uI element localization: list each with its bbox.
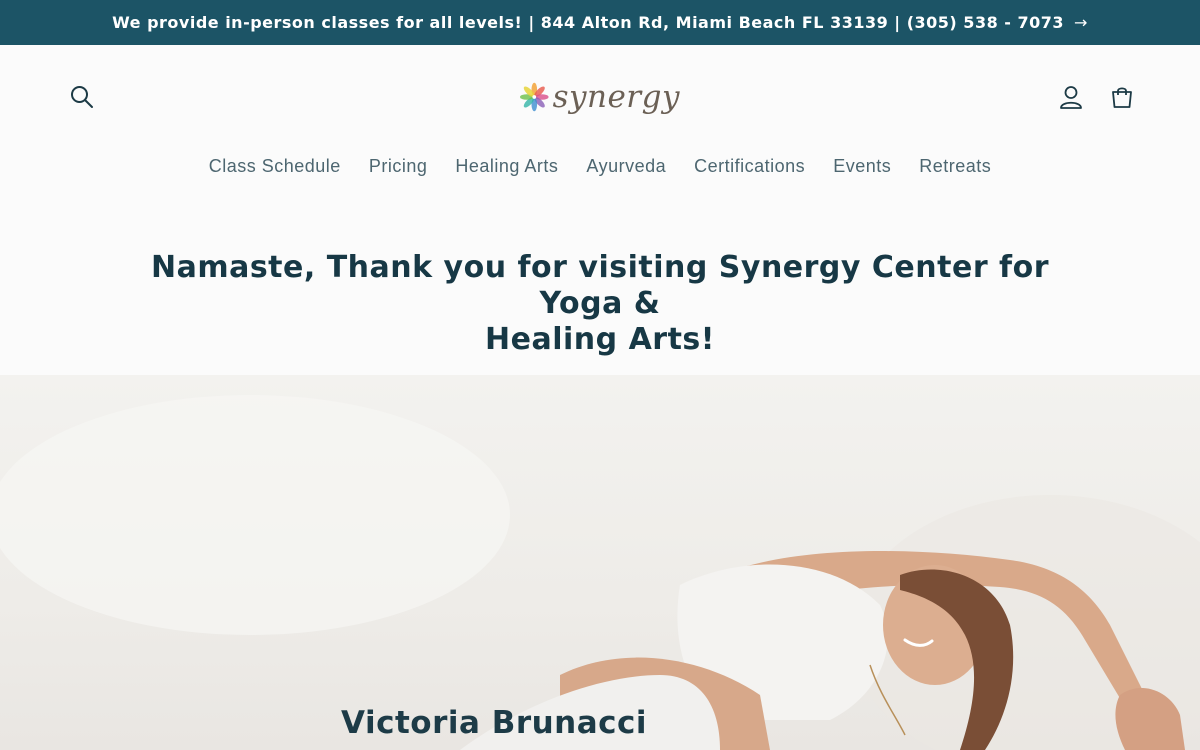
- headline-line-2: Healing Arts!: [485, 322, 715, 357]
- hero-banner: Victoria Brunacci: [0, 375, 1200, 750]
- hero-instructor-name: Victoria Brunacci: [341, 705, 648, 741]
- site-header: synergy Class Schedule Pricing Healing A…: [0, 45, 1200, 200]
- account-button[interactable]: [1053, 79, 1089, 115]
- page-headline: Namaste, Thank you for visiting Synergy …: [150, 250, 1050, 358]
- nav-item-healing-arts[interactable]: Healing Arts: [455, 156, 558, 177]
- search-button[interactable]: [64, 79, 100, 115]
- nav-item-certifications[interactable]: Certifications: [694, 156, 805, 177]
- headline-line-1: Namaste, Thank you for visiting Synergy …: [150, 250, 1050, 321]
- logo-wordmark: synergy: [552, 79, 680, 115]
- site-logo[interactable]: synergy: [520, 71, 680, 123]
- nav-item-events[interactable]: Events: [833, 156, 891, 177]
- lotus-logo-icon: [520, 82, 549, 112]
- announcement-text: We provide in-person classes for all lev…: [112, 13, 1065, 32]
- arrow-right-icon: →: [1074, 13, 1088, 32]
- hero-yoga-photo: [0, 395, 1200, 750]
- cart-button[interactable]: [1104, 79, 1140, 115]
- main-nav: Class Schedule Pricing Healing Arts Ayur…: [0, 151, 1200, 181]
- search-icon: [71, 86, 93, 108]
- user-icon: [1060, 86, 1082, 109]
- announcement-bar[interactable]: We provide in-person classes for all lev…: [0, 0, 1200, 45]
- nav-item-pricing[interactable]: Pricing: [369, 156, 428, 177]
- nav-item-retreats[interactable]: Retreats: [919, 156, 991, 177]
- nav-item-class-schedule[interactable]: Class Schedule: [209, 156, 341, 177]
- cart-icon: [1112, 87, 1132, 108]
- nav-item-ayurveda[interactable]: Ayurveda: [586, 156, 666, 177]
